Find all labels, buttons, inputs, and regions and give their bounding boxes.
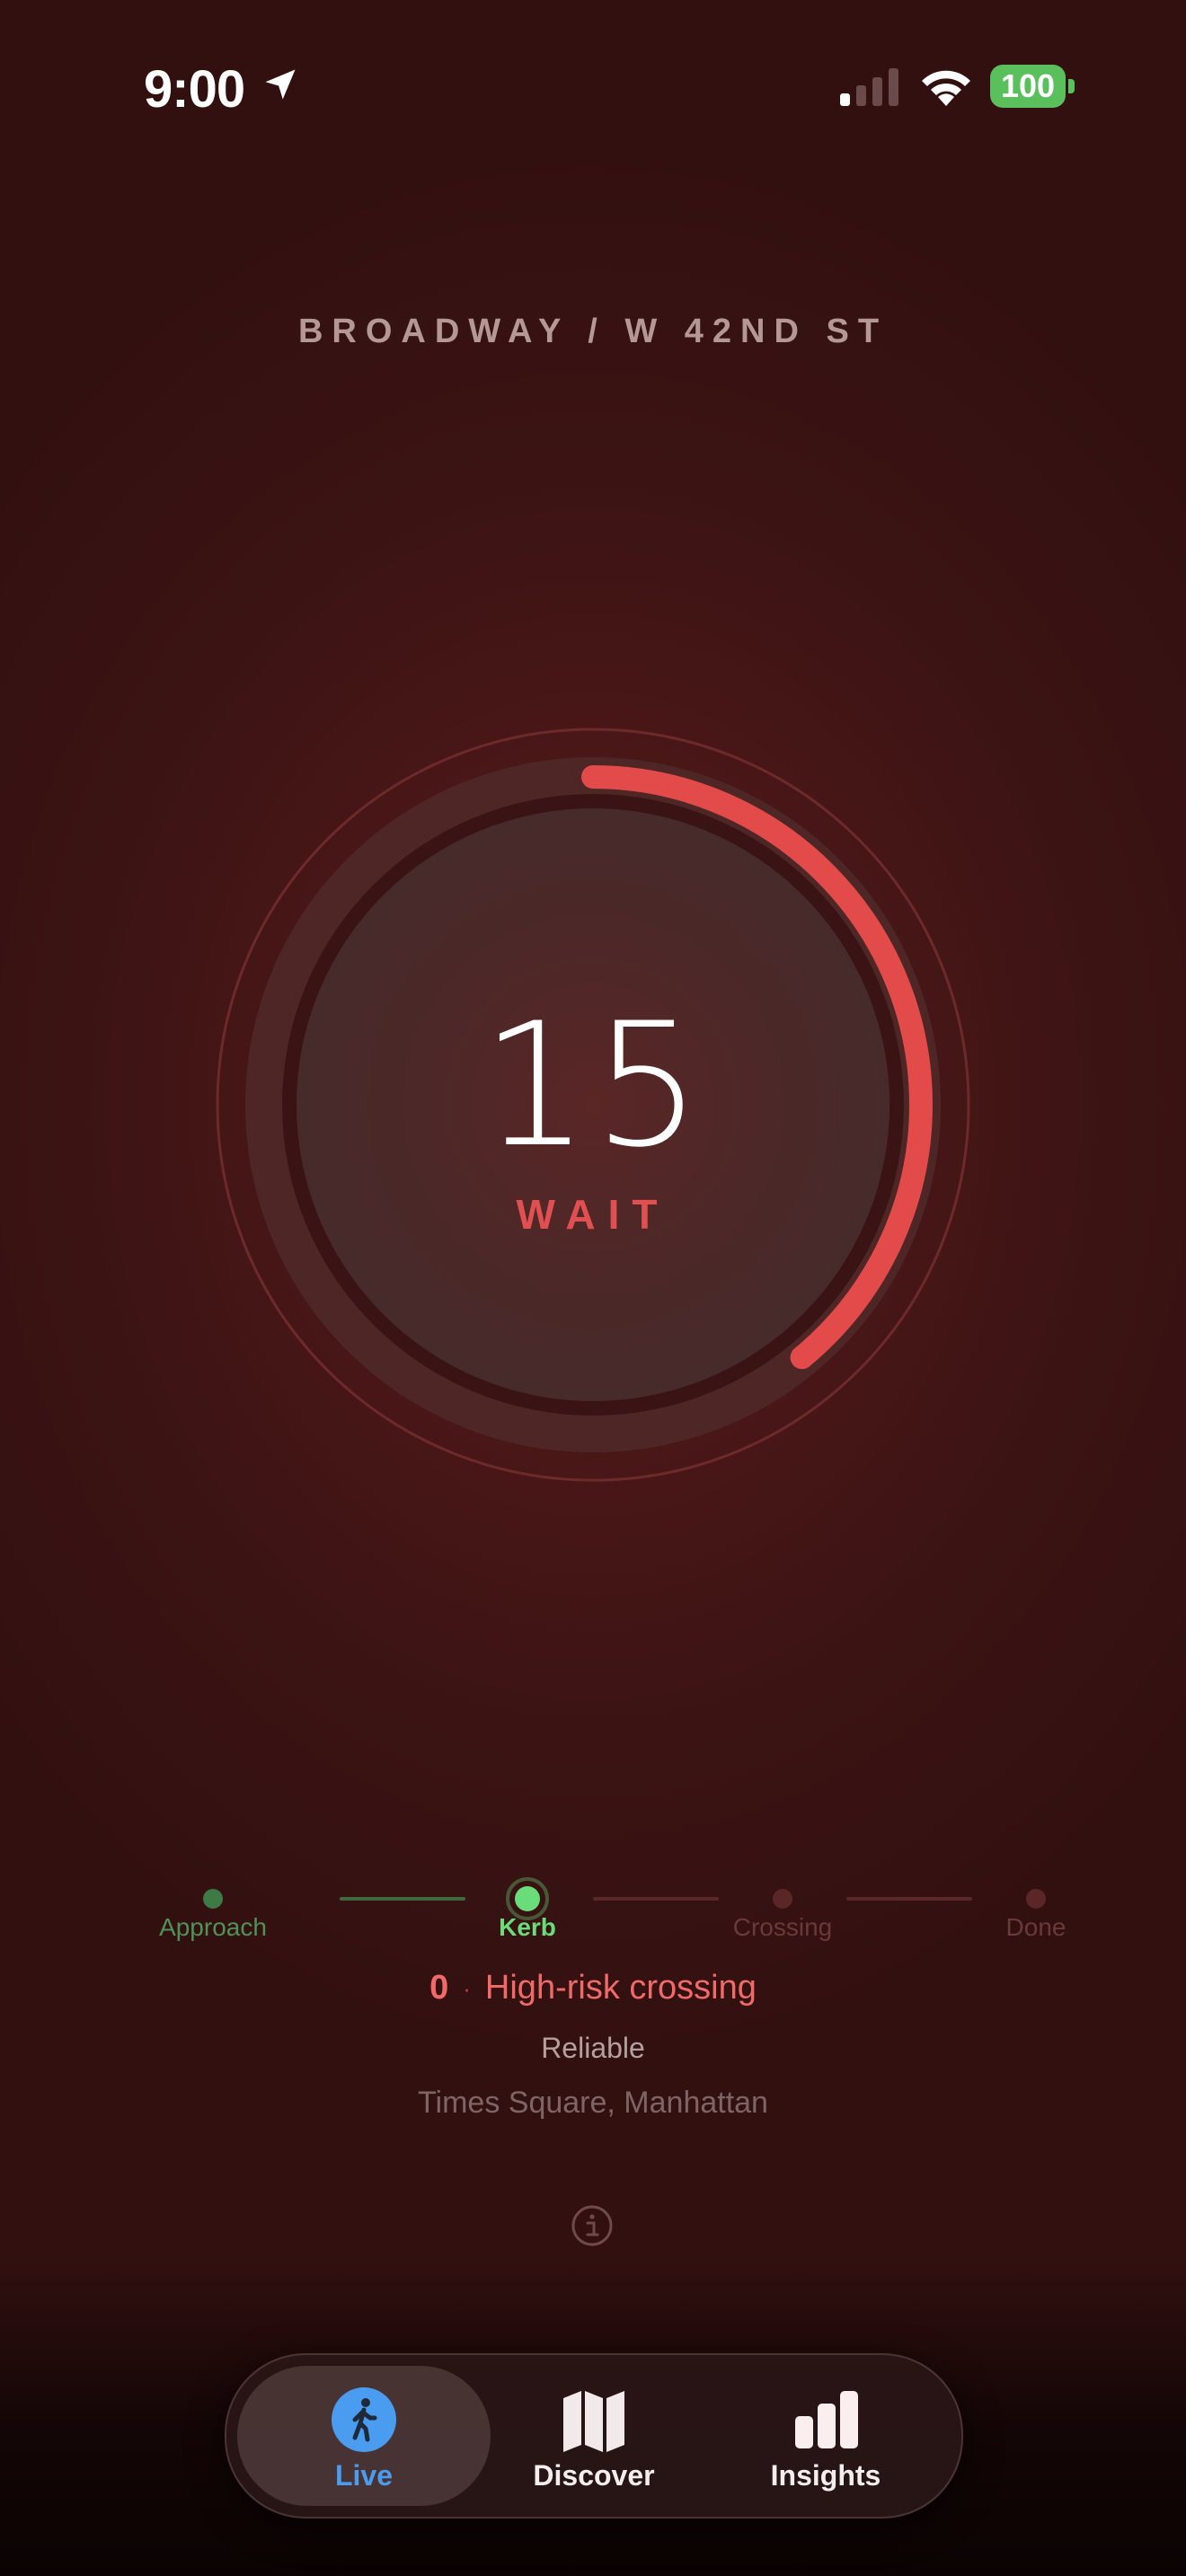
tab-discover[interactable]: Discover [482, 2355, 706, 2517]
step-dot-done [1026, 1889, 1046, 1909]
tab-discover-label: Discover [533, 2459, 655, 2492]
bar-chart-icon [795, 2391, 858, 2448]
step-dot-crossing [773, 1889, 792, 1909]
stepper-connector [846, 1897, 972, 1901]
location-arrow-icon [265, 69, 296, 100]
stepper-connector [340, 1897, 465, 1901]
stepper-connector [593, 1897, 719, 1901]
step-dot-kerb [515, 1886, 540, 1911]
tab-live-label: Live [334, 2459, 394, 2492]
step-label-crossing: Crossing [732, 1913, 833, 1941]
battery-icon: 100 [990, 65, 1075, 108]
tab-insights-label: Insights [770, 2459, 881, 2492]
map-icon [563, 2391, 624, 2452]
info-icon[interactable] [571, 2204, 614, 2247]
tab-bar: Live Discover Insights [225, 2353, 963, 2519]
countdown-value: 15 [481, 986, 705, 1185]
tab-insights[interactable]: Insights [713, 2355, 938, 2517]
crossing-stepper: Approach Kerb Crossing Done [0, 1857, 1186, 1956]
risk-summary: 0 · High-risk crossing [0, 1969, 1186, 2007]
cellular-signal-icon [840, 68, 898, 106]
reliability-label: Reliable [541, 2032, 645, 2064]
status-time: 9:00 [144, 60, 245, 119]
status-bar: 9:00 100 [0, 52, 1186, 124]
tab-live[interactable]: Live [252, 2355, 476, 2517]
step-dot-approach [203, 1889, 223, 1909]
wifi-icon [922, 70, 970, 106]
risk-count: 0 [429, 1969, 449, 2007]
risk-separator: · [463, 1975, 471, 2003]
battery-level: 100 [1000, 67, 1056, 104]
step-label-kerb: Kerb [499, 1913, 556, 1941]
signal-state: WAIT [516, 1191, 670, 1238]
pedestrian-icon [332, 2387, 396, 2452]
intersection-title: BROADWAY / W 42ND ST [297, 313, 889, 350]
step-label-done: Done [1005, 1913, 1067, 1941]
location-label: Times Square, Manhattan [418, 2086, 768, 2120]
risk-label: High-risk crossing [484, 1969, 757, 2007]
step-label-approach: Approach [159, 1913, 267, 1941]
